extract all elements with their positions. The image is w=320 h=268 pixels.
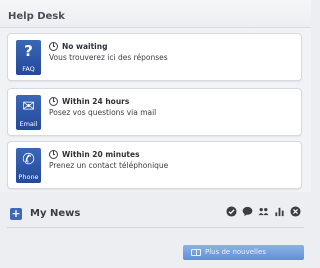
faq-card[interactable]: ? FAQ No waiting Vous trouverez ici des … [7, 33, 302, 81]
help-desk-title: Help Desk [8, 11, 65, 22]
phone-card[interactable]: ✆ Phone Within 20 minutes Prenez un cont… [7, 141, 302, 189]
checkmark-icon[interactable] [226, 206, 237, 217]
email-icon[interactable]: ✉ Email [16, 95, 41, 130]
faq-icon[interactable]: ? FAQ [16, 40, 41, 75]
news-toolbar [226, 206, 301, 217]
clock-icon [49, 149, 58, 159]
envelope-glyph: ✉ [22, 97, 35, 115]
close-icon[interactable] [290, 206, 301, 217]
help-desk-panel: Help Desk ? FAQ No waiting Vous trouvere… [0, 0, 311, 192]
news-divider [7, 227, 304, 228]
email-card-title: Within 24 hours [62, 96, 130, 106]
email-card[interactable]: ✉ Email Within 24 hours Posez vos questi… [7, 88, 302, 136]
chat-bubble-icon[interactable] [242, 206, 253, 217]
book-icon [191, 249, 201, 256]
expand-news-button[interactable]: + [10, 208, 22, 220]
phone-card-description: Prenez un contact téléphonique [49, 161, 169, 170]
email-card-description: Posez vos questions via mail [49, 108, 157, 117]
my-news-header: + My News [7, 202, 304, 220]
group-icon[interactable] [258, 206, 269, 217]
more-news-label: Plus de nouvelles [205, 248, 266, 256]
faq-card-description: Vous trouverez ici des réponses [49, 53, 168, 62]
faq-tile-label: FAQ [22, 65, 35, 73]
phone-glyph: ✆ [22, 150, 35, 168]
phone-tile-label: Phone [18, 173, 39, 181]
question-mark-glyph: ? [24, 42, 33, 60]
my-news-panel: + My News Plus de nouvelles [0, 192, 311, 268]
bar-chart-icon[interactable] [274, 206, 285, 217]
phone-icon[interactable]: ✆ Phone [16, 148, 41, 183]
faq-card-title: No waiting [62, 41, 108, 51]
clock-icon [49, 41, 58, 51]
clock-icon [49, 96, 58, 106]
my-news-title: My News [30, 208, 81, 219]
phone-card-title: Within 20 minutes [62, 149, 140, 159]
more-news-button[interactable]: Plus de nouvelles [183, 245, 304, 260]
email-tile-label: Email [19, 120, 38, 128]
